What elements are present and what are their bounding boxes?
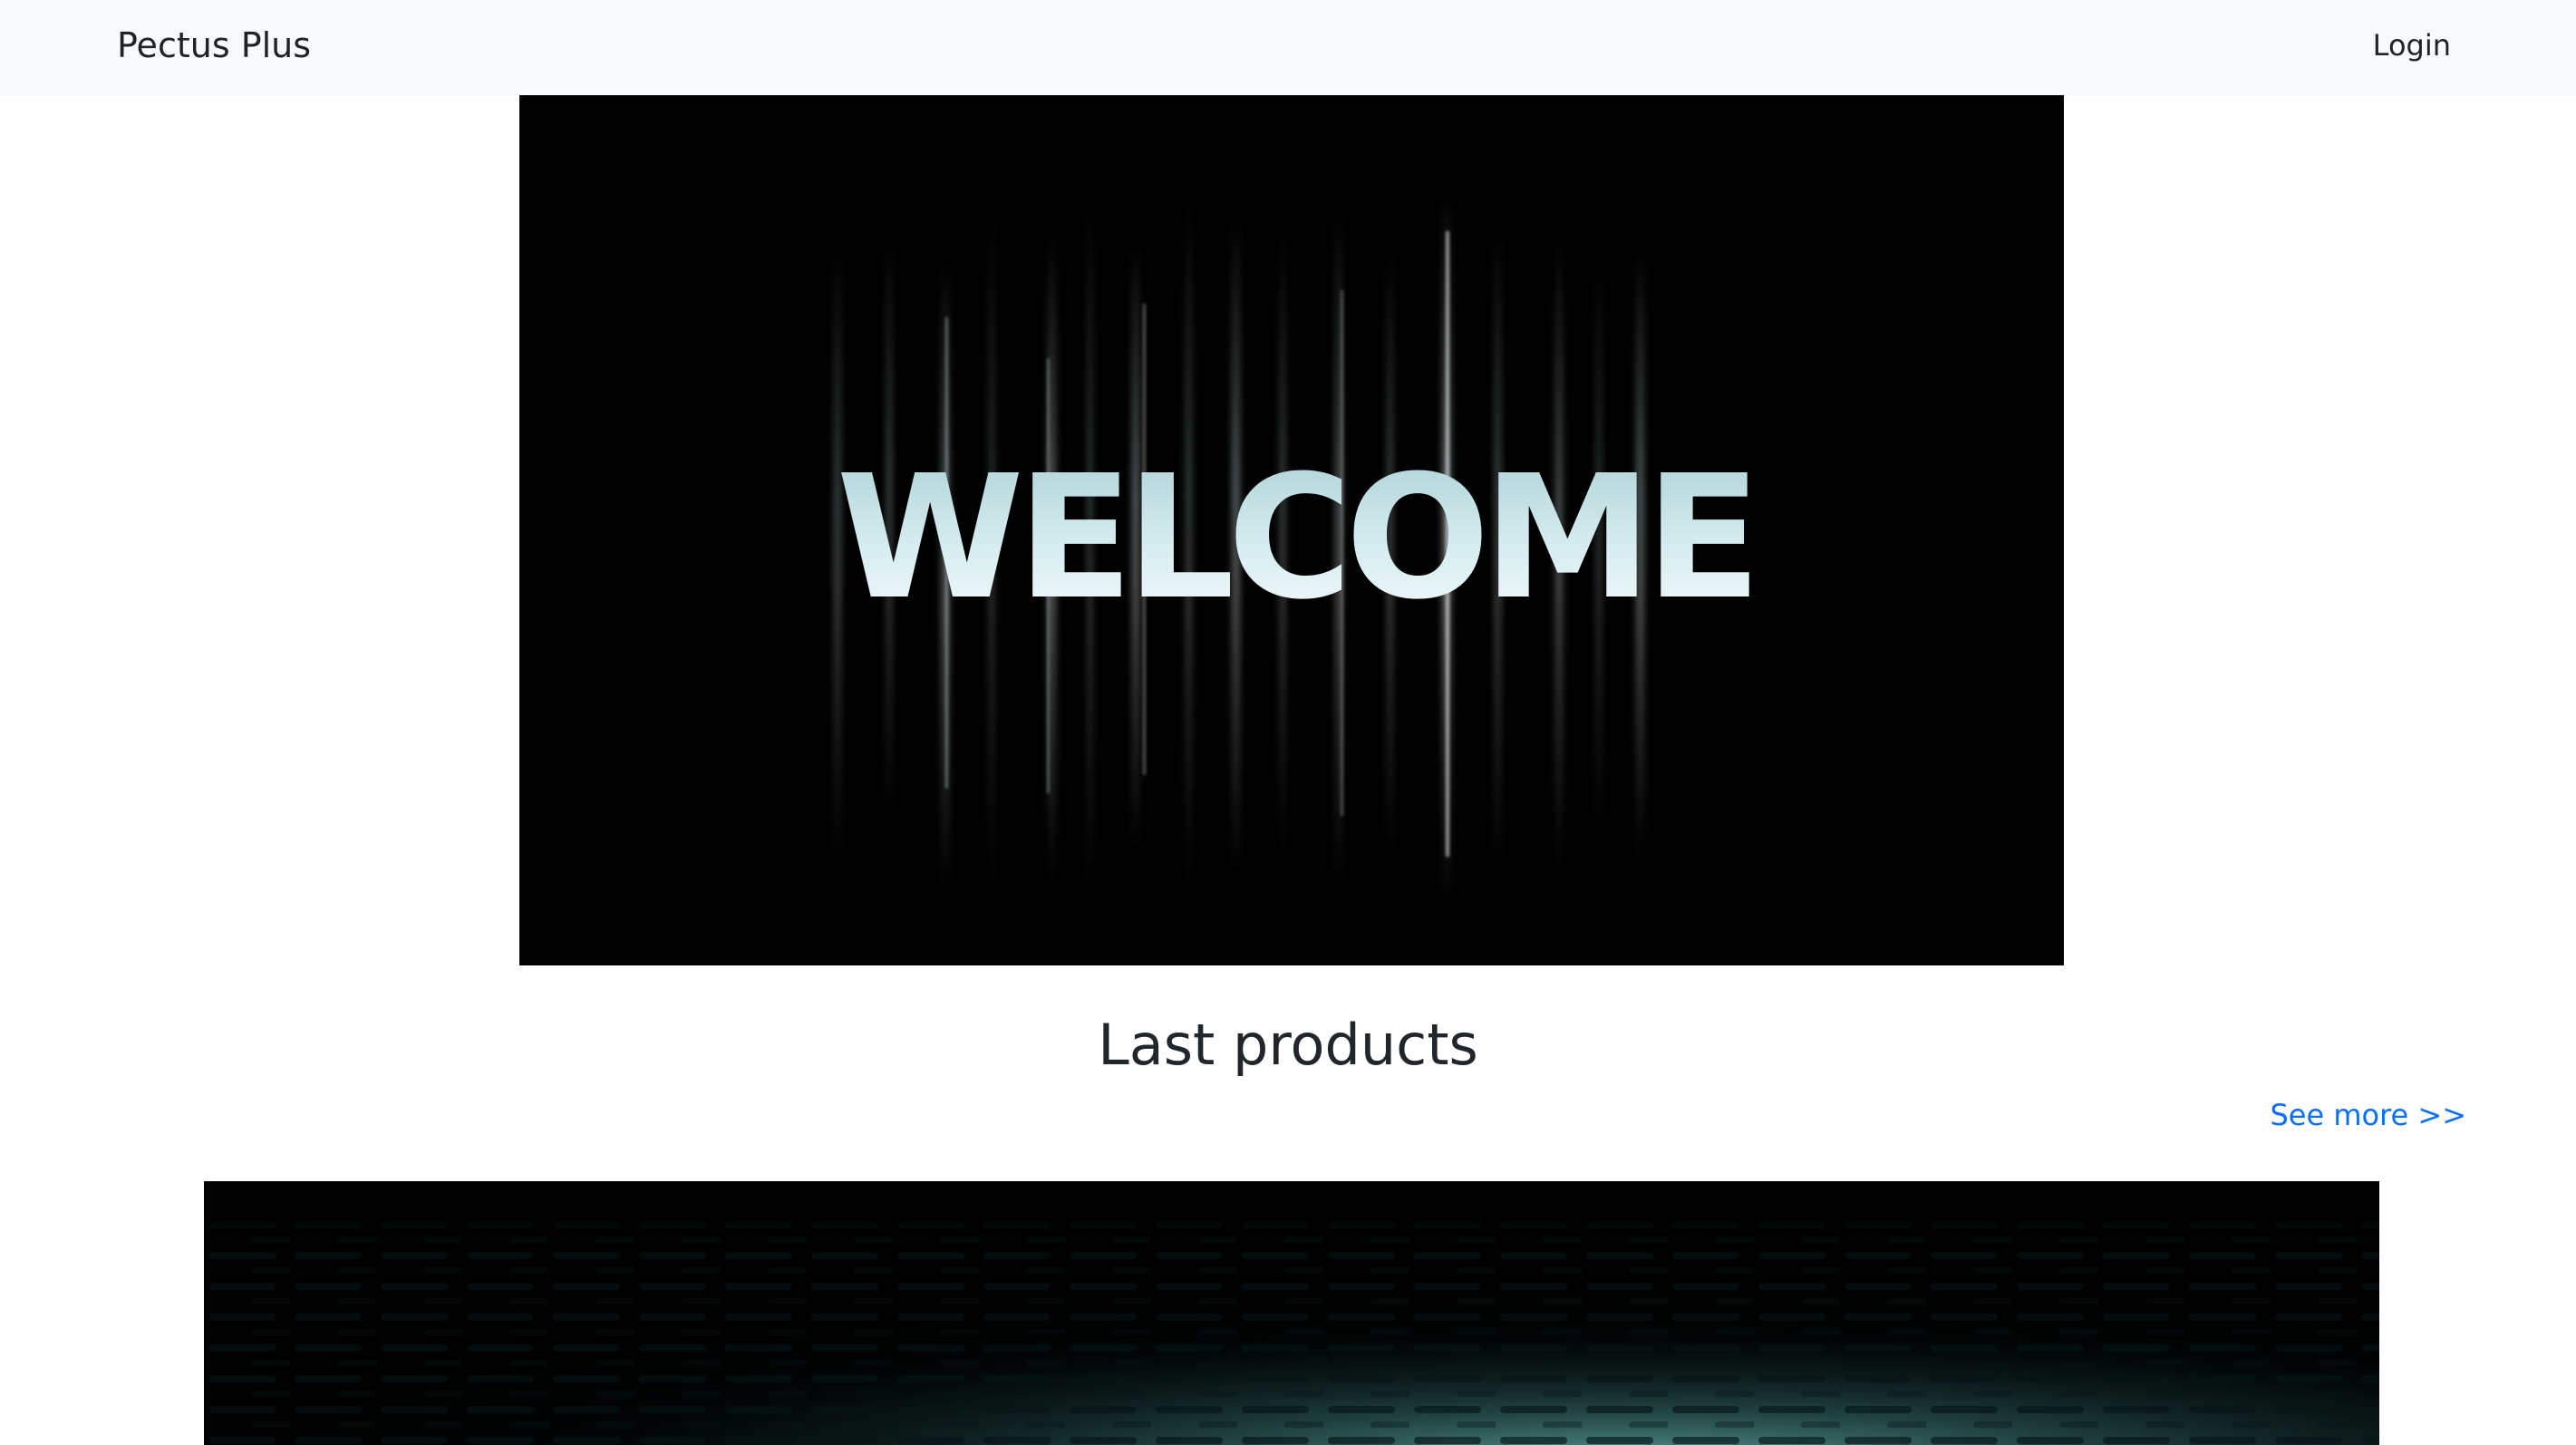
welcome-banner: WELCOME [519, 95, 2064, 965]
see-more-link[interactable]: See more >> [2270, 1095, 2466, 1135]
welcome-banner-image: WELCOME [519, 95, 2064, 965]
brand-link[interactable]: Pectus Plus [117, 22, 311, 69]
last-products-title: Last products [1098, 1012, 1478, 1078]
welcome-text: WELCOME [837, 439, 1755, 637]
top-navbar: Pectus Plus Login [0, 0, 2576, 95]
login-link[interactable]: Login [2373, 24, 2451, 66]
teal-light-product-image [204, 1181, 2379, 1445]
product-card-image[interactable] [204, 1181, 2379, 1445]
